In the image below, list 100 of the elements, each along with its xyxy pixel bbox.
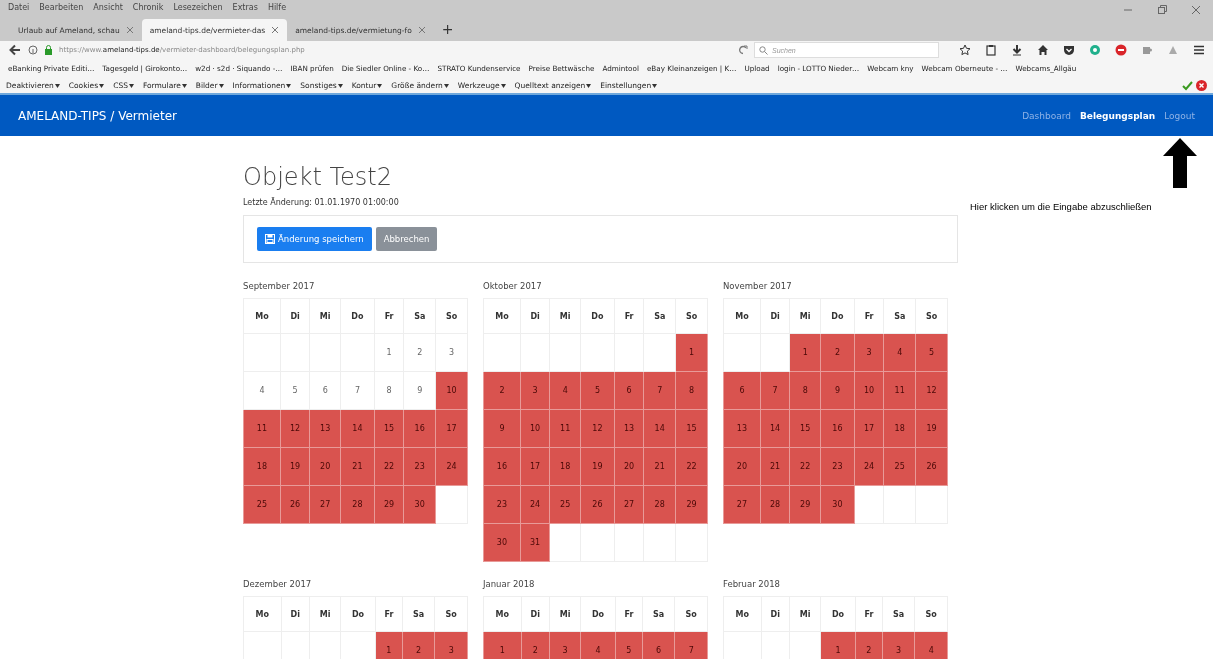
- day-cell[interactable]: [614, 333, 644, 372]
- day-cell[interactable]: [580, 523, 615, 562]
- nav-link[interactable]: Dashboard: [1022, 110, 1071, 121]
- day-cell[interactable]: 30: [483, 523, 521, 562]
- day-cell[interactable]: 16: [483, 447, 521, 486]
- day-cell[interactable]: 18: [243, 447, 281, 486]
- menu-item[interactable]: Chronik: [132, 2, 164, 12]
- month-title: Dezember 2017: [243, 579, 313, 589]
- day-cell[interactable]: 13: [723, 409, 761, 448]
- weekday-header: Fr: [375, 596, 403, 632]
- back-icon[interactable]: [8, 43, 22, 57]
- home-icon[interactable]: [1037, 44, 1049, 56]
- day-cell[interactable]: [520, 333, 550, 372]
- nav-link[interactable]: Belegungsplan: [1079, 110, 1156, 121]
- star-icon[interactable]: [959, 44, 971, 56]
- weekday-header: So: [434, 596, 468, 632]
- day-cell[interactable]: 2: [483, 371, 521, 410]
- day-cell[interactable]: [549, 333, 581, 372]
- weekday-header: Fr: [854, 298, 884, 334]
- day-cell[interactable]: 8: [374, 371, 404, 410]
- day-cell[interactable]: [483, 333, 521, 372]
- new-tab-button[interactable]: +: [433, 21, 462, 41]
- weekday-header: Mi: [309, 298, 341, 334]
- day-cell[interactable]: [675, 523, 708, 562]
- day-cell[interactable]: 7: [340, 371, 375, 410]
- weekday-header: Di: [281, 596, 310, 632]
- weekday-header: Sa: [642, 596, 675, 632]
- weekday-header: Do: [340, 298, 375, 334]
- weekday-header: Sa: [403, 298, 436, 334]
- weekday-header: Mi: [549, 596, 581, 632]
- weekday-header: So: [435, 298, 468, 334]
- puzzle-icon[interactable]: [1141, 44, 1153, 56]
- weekday-header: Sa: [402, 596, 435, 632]
- day-cell[interactable]: [915, 485, 948, 524]
- caret-icon: [337, 83, 343, 88]
- weekday-header: Mo: [483, 298, 521, 334]
- caret-icon: [54, 83, 60, 88]
- day-cell[interactable]: 4: [243, 371, 281, 410]
- weekday-header: So: [915, 298, 948, 334]
- reload-icon[interactable]: [738, 45, 748, 55]
- pocket-icon[interactable]: [1063, 44, 1075, 56]
- close-icon[interactable]: [1191, 5, 1201, 15]
- weekday-header: Fr: [855, 596, 883, 632]
- day-cell[interactable]: [854, 485, 884, 524]
- menu-item[interactable]: Datei: [8, 2, 30, 12]
- caret-icon: [377, 83, 383, 88]
- info-icon[interactable]: [28, 45, 38, 55]
- day-cell[interactable]: 6: [309, 371, 341, 410]
- month-title: November 2017: [723, 281, 793, 291]
- day-cell[interactable]: 11: [243, 409, 281, 448]
- close-icon[interactable]: [271, 26, 280, 34]
- day-cell[interactable]: [580, 333, 615, 372]
- day-cell[interactable]: 23: [483, 485, 521, 524]
- close-icon[interactable]: [417, 26, 426, 34]
- brand-title[interactable]: AMELAND-TIPS / Vermieter: [18, 108, 177, 123]
- day-cell[interactable]: 1: [483, 631, 522, 659]
- day-cell[interactable]: 1: [374, 333, 404, 372]
- day-cell[interactable]: 6: [723, 371, 761, 410]
- day-cell[interactable]: 27: [723, 485, 761, 524]
- weekday-header: Di: [521, 596, 550, 632]
- weekday-header: Do: [820, 298, 855, 334]
- weekday-header: Mo: [243, 298, 281, 334]
- day-cell[interactable]: 20: [723, 447, 761, 486]
- day-cell[interactable]: 9: [483, 409, 521, 448]
- day-cell[interactable]: [643, 523, 676, 562]
- caret-icon: [218, 83, 224, 88]
- day-cell[interactable]: 3: [435, 333, 468, 372]
- nav-link[interactable]: Logout: [1164, 110, 1195, 121]
- day-cell[interactable]: 2: [403, 333, 436, 372]
- day-cell[interactable]: 25: [243, 485, 281, 524]
- day-cell[interactable]: 5: [280, 371, 310, 410]
- cancel-button[interactable]: Abbrechen: [375, 227, 438, 251]
- menu-item[interactable]: Extras: [232, 2, 258, 12]
- restore-icon[interactable]: [1157, 5, 1167, 15]
- save-button[interactable]: Änderung speichern: [257, 227, 372, 251]
- menu-item[interactable]: Lesezeichen: [173, 2, 223, 12]
- day-cell[interactable]: [883, 485, 916, 524]
- weekday-header: Fr: [374, 298, 404, 334]
- day-cell[interactable]: [643, 333, 676, 372]
- checkmark-icon: [1182, 79, 1193, 91]
- menu-item[interactable]: Ansicht: [93, 2, 123, 12]
- weekday-header: Do: [820, 596, 856, 632]
- day-cell[interactable]: [435, 485, 468, 524]
- month-title: Januar 2018: [483, 579, 536, 589]
- day-cell[interactable]: [614, 523, 644, 562]
- download-icon[interactable]: [1011, 44, 1023, 56]
- clipboard-icon[interactable]: [985, 44, 997, 56]
- day-cell[interactable]: [760, 333, 790, 372]
- day-cell[interactable]: [549, 523, 581, 562]
- weekday-header: Mi: [309, 596, 341, 632]
- lock-icon: [44, 45, 53, 55]
- weekday-header: Di: [761, 596, 790, 632]
- weekday-header: Mi: [789, 298, 821, 334]
- day-cell[interactable]: [723, 333, 761, 372]
- stop-icon[interactable]: [1115, 44, 1127, 56]
- menu-icon[interactable]: [1193, 44, 1205, 56]
- menu-item[interactable]: Bearbeiten: [39, 2, 84, 12]
- day-cell[interactable]: 9: [403, 371, 436, 410]
- close-icon[interactable]: [125, 26, 134, 34]
- menu-item[interactable]: Hilfe: [267, 2, 287, 12]
